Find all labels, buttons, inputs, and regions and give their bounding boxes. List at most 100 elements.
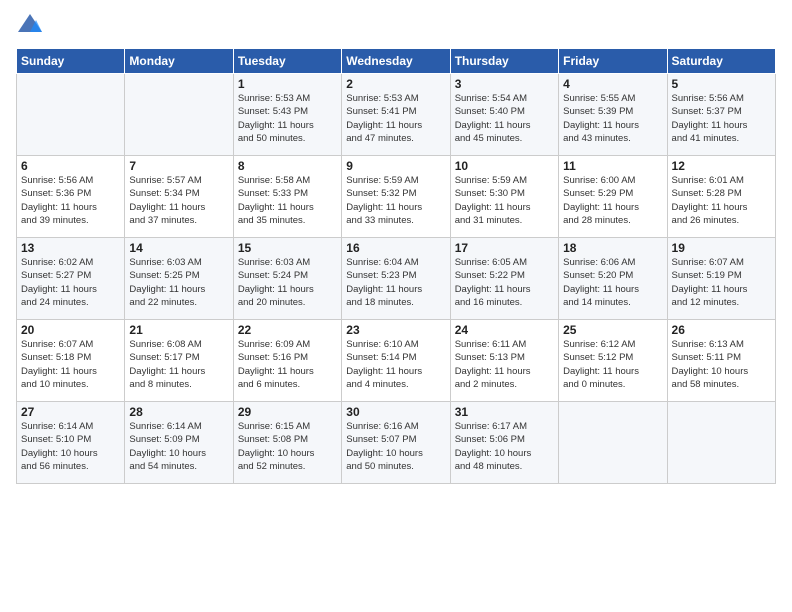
day-info: Sunrise: 6:11 AM Sunset: 5:13 PM Dayligh… <box>455 338 554 391</box>
calendar-cell: 1Sunrise: 5:53 AM Sunset: 5:43 PM Daylig… <box>233 74 341 156</box>
day-number: 9 <box>346 159 445 173</box>
calendar-cell: 24Sunrise: 6:11 AM Sunset: 5:13 PM Dayli… <box>450 320 558 402</box>
day-number: 28 <box>129 405 228 419</box>
day-number: 5 <box>672 77 771 91</box>
logo-icon <box>16 12 44 40</box>
day-number: 17 <box>455 241 554 255</box>
day-info: Sunrise: 6:12 AM Sunset: 5:12 PM Dayligh… <box>563 338 662 391</box>
day-number: 2 <box>346 77 445 91</box>
day-info: Sunrise: 6:15 AM Sunset: 5:08 PM Dayligh… <box>238 420 337 473</box>
calendar-table: SundayMondayTuesdayWednesdayThursdayFrid… <box>16 48 776 484</box>
calendar-cell <box>559 402 667 484</box>
day-info: Sunrise: 5:56 AM Sunset: 5:37 PM Dayligh… <box>672 92 771 145</box>
day-number: 21 <box>129 323 228 337</box>
day-number: 6 <box>21 159 120 173</box>
calendar-cell: 18Sunrise: 6:06 AM Sunset: 5:20 PM Dayli… <box>559 238 667 320</box>
calendar-cell: 10Sunrise: 5:59 AM Sunset: 5:30 PM Dayli… <box>450 156 558 238</box>
day-info: Sunrise: 5:56 AM Sunset: 5:36 PM Dayligh… <box>21 174 120 227</box>
day-info: Sunrise: 5:53 AM Sunset: 5:43 PM Dayligh… <box>238 92 337 145</box>
calendar-cell: 21Sunrise: 6:08 AM Sunset: 5:17 PM Dayli… <box>125 320 233 402</box>
day-number: 12 <box>672 159 771 173</box>
calendar-day-header: Sunday <box>17 49 125 74</box>
day-info: Sunrise: 6:04 AM Sunset: 5:23 PM Dayligh… <box>346 256 445 309</box>
day-info: Sunrise: 5:59 AM Sunset: 5:30 PM Dayligh… <box>455 174 554 227</box>
day-number: 30 <box>346 405 445 419</box>
calendar-week-row: 20Sunrise: 6:07 AM Sunset: 5:18 PM Dayli… <box>17 320 776 402</box>
calendar-day-header: Saturday <box>667 49 775 74</box>
calendar-cell: 16Sunrise: 6:04 AM Sunset: 5:23 PM Dayli… <box>342 238 450 320</box>
header <box>16 12 776 40</box>
calendar-week-row: 13Sunrise: 6:02 AM Sunset: 5:27 PM Dayli… <box>17 238 776 320</box>
day-number: 10 <box>455 159 554 173</box>
calendar-week-row: 6Sunrise: 5:56 AM Sunset: 5:36 PM Daylig… <box>17 156 776 238</box>
calendar-day-header: Friday <box>559 49 667 74</box>
calendar-cell: 9Sunrise: 5:59 AM Sunset: 5:32 PM Daylig… <box>342 156 450 238</box>
calendar-cell: 3Sunrise: 5:54 AM Sunset: 5:40 PM Daylig… <box>450 74 558 156</box>
calendar-week-row: 27Sunrise: 6:14 AM Sunset: 5:10 PM Dayli… <box>17 402 776 484</box>
calendar-cell: 4Sunrise: 5:55 AM Sunset: 5:39 PM Daylig… <box>559 74 667 156</box>
day-number: 7 <box>129 159 228 173</box>
calendar-day-header: Tuesday <box>233 49 341 74</box>
calendar-cell <box>17 74 125 156</box>
calendar-cell <box>125 74 233 156</box>
day-info: Sunrise: 6:07 AM Sunset: 5:19 PM Dayligh… <box>672 256 771 309</box>
day-info: Sunrise: 5:57 AM Sunset: 5:34 PM Dayligh… <box>129 174 228 227</box>
day-number: 26 <box>672 323 771 337</box>
day-info: Sunrise: 6:08 AM Sunset: 5:17 PM Dayligh… <box>129 338 228 391</box>
day-info: Sunrise: 6:10 AM Sunset: 5:14 PM Dayligh… <box>346 338 445 391</box>
calendar-cell <box>667 402 775 484</box>
day-number: 19 <box>672 241 771 255</box>
day-info: Sunrise: 6:03 AM Sunset: 5:24 PM Dayligh… <box>238 256 337 309</box>
day-info: Sunrise: 6:03 AM Sunset: 5:25 PM Dayligh… <box>129 256 228 309</box>
day-info: Sunrise: 6:16 AM Sunset: 5:07 PM Dayligh… <box>346 420 445 473</box>
day-number: 29 <box>238 405 337 419</box>
calendar-cell: 7Sunrise: 5:57 AM Sunset: 5:34 PM Daylig… <box>125 156 233 238</box>
calendar-week-row: 1Sunrise: 5:53 AM Sunset: 5:43 PM Daylig… <box>17 74 776 156</box>
day-number: 27 <box>21 405 120 419</box>
day-number: 24 <box>455 323 554 337</box>
day-number: 16 <box>346 241 445 255</box>
day-number: 3 <box>455 77 554 91</box>
calendar-cell: 17Sunrise: 6:05 AM Sunset: 5:22 PM Dayli… <box>450 238 558 320</box>
calendar-day-header: Monday <box>125 49 233 74</box>
calendar-cell: 2Sunrise: 5:53 AM Sunset: 5:41 PM Daylig… <box>342 74 450 156</box>
calendar-cell: 27Sunrise: 6:14 AM Sunset: 5:10 PM Dayli… <box>17 402 125 484</box>
calendar-day-header: Thursday <box>450 49 558 74</box>
day-number: 15 <box>238 241 337 255</box>
day-info: Sunrise: 5:59 AM Sunset: 5:32 PM Dayligh… <box>346 174 445 227</box>
day-info: Sunrise: 5:54 AM Sunset: 5:40 PM Dayligh… <box>455 92 554 145</box>
calendar-cell: 28Sunrise: 6:14 AM Sunset: 5:09 PM Dayli… <box>125 402 233 484</box>
day-info: Sunrise: 5:53 AM Sunset: 5:41 PM Dayligh… <box>346 92 445 145</box>
calendar-cell: 22Sunrise: 6:09 AM Sunset: 5:16 PM Dayli… <box>233 320 341 402</box>
calendar-cell: 31Sunrise: 6:17 AM Sunset: 5:06 PM Dayli… <box>450 402 558 484</box>
calendar-cell: 12Sunrise: 6:01 AM Sunset: 5:28 PM Dayli… <box>667 156 775 238</box>
day-number: 8 <box>238 159 337 173</box>
day-info: Sunrise: 6:06 AM Sunset: 5:20 PM Dayligh… <box>563 256 662 309</box>
day-info: Sunrise: 6:09 AM Sunset: 5:16 PM Dayligh… <box>238 338 337 391</box>
calendar-cell: 26Sunrise: 6:13 AM Sunset: 5:11 PM Dayli… <box>667 320 775 402</box>
day-info: Sunrise: 6:14 AM Sunset: 5:09 PM Dayligh… <box>129 420 228 473</box>
day-info: Sunrise: 6:01 AM Sunset: 5:28 PM Dayligh… <box>672 174 771 227</box>
calendar-cell: 11Sunrise: 6:00 AM Sunset: 5:29 PM Dayli… <box>559 156 667 238</box>
day-info: Sunrise: 5:58 AM Sunset: 5:33 PM Dayligh… <box>238 174 337 227</box>
day-number: 13 <box>21 241 120 255</box>
day-info: Sunrise: 6:05 AM Sunset: 5:22 PM Dayligh… <box>455 256 554 309</box>
day-number: 1 <box>238 77 337 91</box>
day-info: Sunrise: 6:14 AM Sunset: 5:10 PM Dayligh… <box>21 420 120 473</box>
calendar-cell: 13Sunrise: 6:02 AM Sunset: 5:27 PM Dayli… <box>17 238 125 320</box>
day-number: 20 <box>21 323 120 337</box>
calendar-cell: 15Sunrise: 6:03 AM Sunset: 5:24 PM Dayli… <box>233 238 341 320</box>
calendar-header-row: SundayMondayTuesdayWednesdayThursdayFrid… <box>17 49 776 74</box>
day-info: Sunrise: 5:55 AM Sunset: 5:39 PM Dayligh… <box>563 92 662 145</box>
day-number: 31 <box>455 405 554 419</box>
day-info: Sunrise: 6:02 AM Sunset: 5:27 PM Dayligh… <box>21 256 120 309</box>
calendar-cell: 20Sunrise: 6:07 AM Sunset: 5:18 PM Dayli… <box>17 320 125 402</box>
calendar-day-header: Wednesday <box>342 49 450 74</box>
day-number: 23 <box>346 323 445 337</box>
day-number: 22 <box>238 323 337 337</box>
day-info: Sunrise: 6:13 AM Sunset: 5:11 PM Dayligh… <box>672 338 771 391</box>
calendar-cell: 29Sunrise: 6:15 AM Sunset: 5:08 PM Dayli… <box>233 402 341 484</box>
calendar-cell: 23Sunrise: 6:10 AM Sunset: 5:14 PM Dayli… <box>342 320 450 402</box>
page-container: SundayMondayTuesdayWednesdayThursdayFrid… <box>0 0 792 612</box>
calendar-cell: 25Sunrise: 6:12 AM Sunset: 5:12 PM Dayli… <box>559 320 667 402</box>
